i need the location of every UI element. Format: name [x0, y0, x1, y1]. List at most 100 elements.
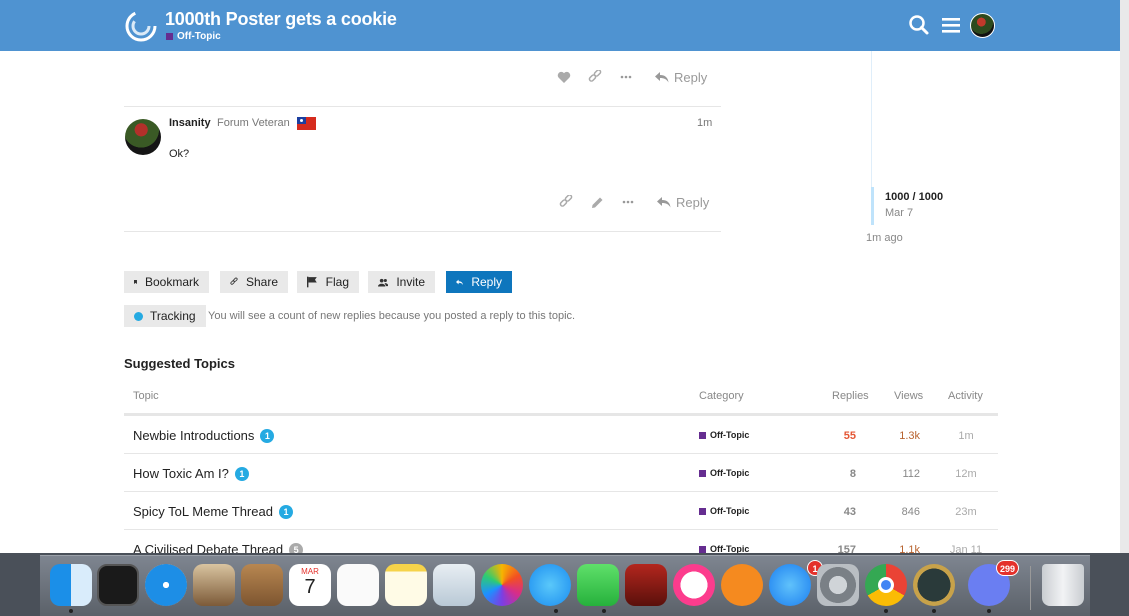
link-icon[interactable] — [587, 69, 603, 85]
users-icon — [378, 278, 389, 287]
preview-icon[interactable] — [433, 564, 475, 606]
invite-button[interactable]: Invite — [368, 271, 435, 293]
category-badge[interactable]: Off-Topic — [699, 506, 749, 516]
topic-link[interactable]: A Civilised Debate Thread — [133, 542, 283, 553]
app-store-icon[interactable] — [769, 564, 811, 606]
league-of-legends-icon[interactable] — [913, 564, 955, 606]
replies-count: 157 — [837, 544, 856, 553]
post-divider — [124, 231, 721, 232]
calendar-day: 7 — [304, 576, 316, 598]
activity-time[interactable]: 23m — [944, 506, 988, 518]
like-heart-icon[interactable] — [556, 69, 572, 85]
finder-icon[interactable] — [50, 564, 92, 606]
post-reply-button[interactable]: Reply — [657, 195, 709, 210]
current-user-avatar[interactable] — [970, 13, 995, 38]
search-icon[interactable] — [908, 14, 930, 36]
category-label: Off-Topic — [710, 430, 750, 440]
macos-dock: MAR 7 1 299 — [40, 555, 1090, 616]
activity-time[interactable]: 1m — [944, 430, 988, 442]
reply-label: Reply — [471, 275, 502, 289]
replies-count: 8 — [849, 468, 856, 480]
notification-tracking-button[interactable]: Tracking — [124, 305, 206, 327]
activity-time[interactable]: Jan 11 — [944, 544, 988, 553]
timeline-track[interactable] — [871, 51, 872, 187]
dock-separator — [1030, 566, 1031, 610]
bookmark-button[interactable]: Bookmark — [124, 271, 209, 293]
running-indicator — [554, 609, 558, 613]
mail-icon[interactable] — [193, 564, 235, 606]
category-label: Off-Topic — [710, 544, 750, 553]
replies-count: 55 — [843, 430, 856, 442]
discord-notification-badge: 299 — [996, 560, 1020, 576]
category-badge[interactable]: Off-Topic — [699, 430, 749, 440]
reply-button[interactable]: Reply — [446, 271, 512, 293]
topic-title[interactable]: 1000th Poster gets a cookie — [165, 9, 397, 30]
safari-icon[interactable] — [145, 564, 187, 606]
post-timestamp[interactable]: 1m — [697, 117, 712, 129]
unread-count-badge[interactable]: 1 — [278, 504, 293, 519]
replies-count: 43 — [843, 506, 856, 518]
share-label: Share — [245, 275, 278, 289]
browser-window: 1000th Poster gets a cookie Off-Topic Re… — [0, 0, 1120, 553]
notes-icon[interactable] — [385, 564, 427, 606]
tracking-label: Tracking — [150, 309, 196, 323]
category-color-swatch — [699, 507, 706, 515]
bookmark-icon — [134, 280, 137, 284]
unread-count-badge[interactable]: 5 — [289, 542, 304, 553]
post-username[interactable]: Insanity — [169, 117, 211, 129]
activity-time[interactable]: 12m — [944, 468, 988, 480]
calendar-icon[interactable]: MAR 7 — [289, 564, 331, 606]
views-count: 112 — [902, 468, 920, 480]
topic-link[interactable]: Spicy ToL Meme Thread — [133, 504, 273, 519]
timeline-handle[interactable] — [871, 187, 874, 225]
more-options-icon[interactable] — [618, 69, 634, 85]
unread-count-badge[interactable]: 1 — [260, 428, 275, 443]
post-author-avatar[interactable] — [125, 119, 161, 155]
system-preferences-icon[interactable] — [817, 564, 859, 606]
running-indicator — [932, 609, 936, 613]
itunes-icon[interactable] — [673, 564, 715, 606]
tracking-status-icon — [134, 311, 143, 321]
ibooks-icon[interactable] — [721, 564, 763, 606]
suggested-topics-heading: Suggested Topics — [124, 356, 235, 371]
column-header-replies[interactable]: Replies — [832, 390, 869, 402]
more-options-icon[interactable] — [620, 194, 636, 210]
category-badge[interactable]: Off-Topic — [699, 544, 749, 553]
flag-label: Flag — [325, 275, 349, 289]
messages-icon[interactable] — [529, 564, 571, 606]
category-label: Off-Topic — [710, 506, 750, 516]
photo-booth-icon[interactable] — [625, 564, 667, 606]
timeline-last-activity[interactable]: 1m ago — [866, 232, 903, 244]
facetime-icon[interactable] — [577, 564, 619, 606]
link-icon — [230, 277, 238, 285]
views-count: 1.3k — [899, 430, 920, 442]
previous-post-reply-button[interactable]: Reply — [655, 70, 707, 85]
chrome-icon[interactable] — [865, 564, 907, 606]
unread-count-badge[interactable]: 1 — [234, 466, 249, 481]
photos-icon[interactable] — [481, 564, 523, 606]
link-icon[interactable] — [558, 194, 574, 210]
topic-link[interactable]: How Toxic Am I? — [133, 466, 229, 481]
category-badge[interactable]: Off-Topic — [699, 468, 749, 478]
share-button[interactable]: Share — [220, 271, 288, 293]
header-category-badge[interactable]: Off-Topic — [166, 31, 221, 42]
contacts-icon[interactable] — [241, 564, 283, 606]
previous-post-actions: Reply — [556, 69, 707, 85]
table-row: How Toxic Am I? 1 Off-Topic 8 112 12m — [124, 454, 998, 492]
site-logo-icon[interactable] — [125, 10, 157, 42]
trash-icon[interactable] — [1042, 564, 1084, 606]
topic-link[interactable]: Newbie Introductions — [133, 428, 254, 443]
hamburger-menu-icon[interactable] — [940, 14, 962, 36]
flag-button[interactable]: Flag — [297, 271, 359, 293]
running-indicator — [884, 609, 888, 613]
reply-arrow-icon — [655, 71, 669, 82]
column-header-activity[interactable]: Activity — [948, 390, 983, 402]
post-user-title: Forum Veteran — [217, 117, 290, 129]
dashboard-icon[interactable] — [97, 564, 139, 606]
views-count: 1.1k — [899, 544, 920, 553]
edit-pencil-icon[interactable] — [589, 194, 605, 210]
column-header-views[interactable]: Views — [894, 390, 923, 402]
reply-arrow-icon — [657, 196, 671, 207]
post-actions: Reply — [558, 194, 709, 210]
reminders-icon[interactable] — [337, 564, 379, 606]
